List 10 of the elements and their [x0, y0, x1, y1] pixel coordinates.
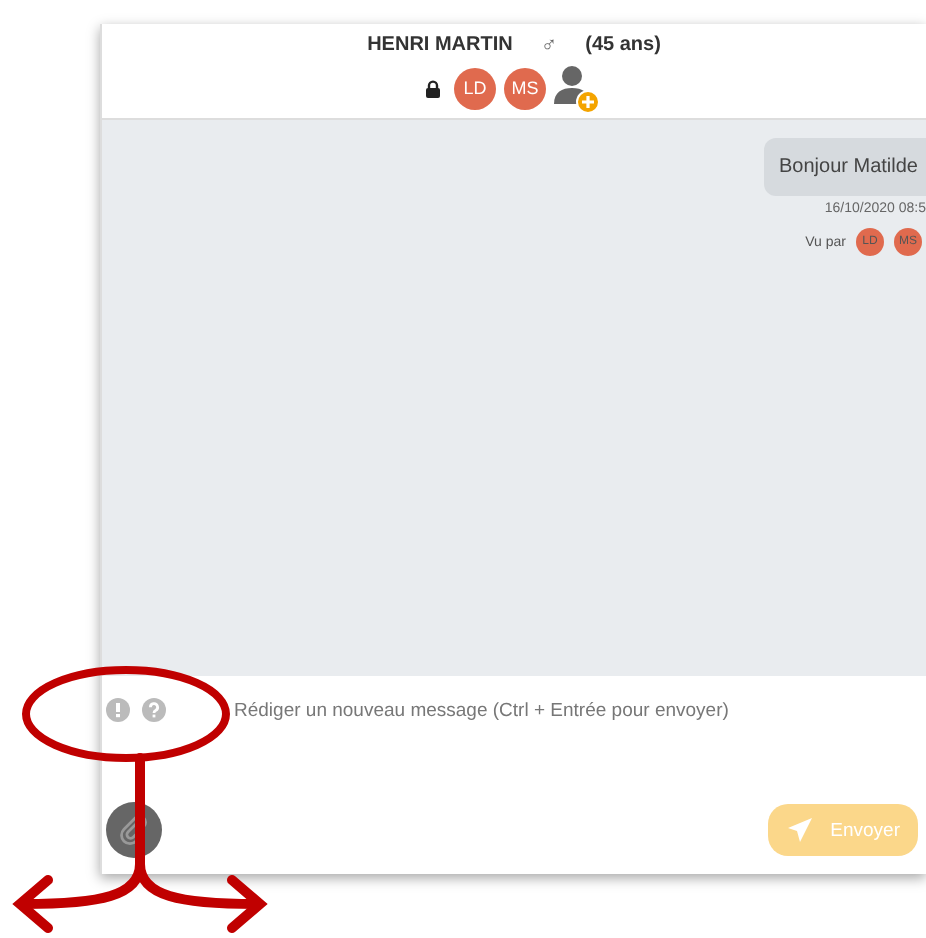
paperclip-icon — [118, 814, 150, 846]
message-bubble: Bonjour Matilde — [763, 138, 926, 196]
patient-name: HENRI MARTIN — [367, 34, 513, 56]
participant-avatar[interactable]: MS — [504, 67, 546, 109]
paper-plane-icon — [786, 816, 815, 844]
patient-age: (45 ans) — [585, 34, 661, 56]
message-input[interactable]: Rédiger un nouveau message (Ctrl + Entrée pour envoyer) — [234, 699, 918, 721]
participant-avatar[interactable]: LD — [454, 67, 496, 109]
gender-symbol: ♂ — [540, 33, 558, 57]
add-participant-icon[interactable] — [554, 63, 602, 113]
